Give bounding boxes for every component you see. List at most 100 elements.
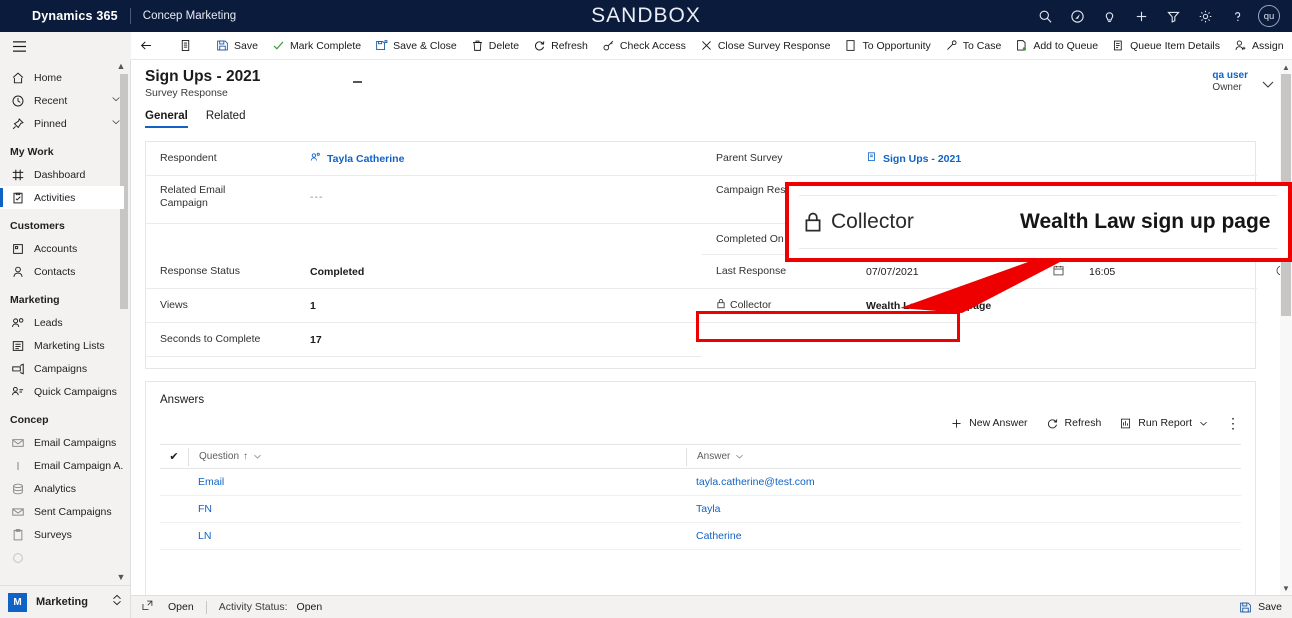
sidebar-item-analytics[interactable]: Analytics bbox=[0, 477, 124, 500]
check-access-button[interactable]: Check Access bbox=[595, 32, 693, 60]
column-header-question[interactable]: Question ↑ bbox=[188, 447, 686, 466]
analytics-icon bbox=[10, 481, 25, 496]
sidebar-item-label: Surveys bbox=[34, 528, 72, 541]
sidebar-item-quick-campaigns[interactable]: Quick Campaigns bbox=[0, 380, 124, 403]
gear-icon[interactable] bbox=[1190, 1, 1220, 31]
popout-icon[interactable] bbox=[141, 599, 154, 615]
answers-overflow-button[interactable]: ⋮ bbox=[1219, 410, 1247, 436]
scroll-down-button[interactable]: ▼ bbox=[1280, 582, 1292, 594]
sidebar-item-label: Sent Campaigns bbox=[34, 505, 112, 518]
top-nav-actions: qu bbox=[1030, 0, 1284, 32]
row-answer[interactable]: Catherine bbox=[686, 530, 1206, 542]
add-to-queue-button[interactable]: Add to Queue bbox=[1008, 32, 1105, 60]
sidebar-item-accounts[interactable]: Accounts bbox=[0, 237, 124, 260]
field-value[interactable]: Sign Ups - 2021 bbox=[866, 151, 961, 166]
last-response-time[interactable]: 16:05 bbox=[1089, 266, 1275, 278]
field-respondent[interactable]: Respondent Tayla Catherine bbox=[146, 142, 702, 176]
save-icon bbox=[1240, 602, 1251, 612]
lock-icon bbox=[716, 298, 726, 313]
owner-name[interactable]: qa user bbox=[1212, 70, 1248, 81]
sidebar-item-home[interactable]: Home bbox=[0, 66, 124, 89]
sidebar-item-recent[interactable]: Recent bbox=[0, 89, 124, 112]
field-value[interactable]: Tayla Catherine bbox=[310, 151, 404, 166]
clock-icon bbox=[10, 93, 25, 108]
save-button[interactable]: Save bbox=[209, 32, 265, 60]
help-icon[interactable] bbox=[1222, 1, 1252, 31]
calendar-icon[interactable] bbox=[1052, 264, 1065, 280]
search-icon[interactable] bbox=[1030, 1, 1060, 31]
filter-icon[interactable] bbox=[1158, 1, 1188, 31]
refresh-label: Refresh bbox=[551, 39, 588, 52]
row-answer[interactable]: tayla.catherine@test.com bbox=[686, 476, 1206, 488]
sidebar-item-email-campaign-a[interactable]: Email Campaign A... bbox=[0, 454, 124, 477]
sidebar-item-partial[interactable] bbox=[0, 546, 124, 569]
back-button[interactable] bbox=[131, 32, 162, 60]
delete-button[interactable]: Delete bbox=[464, 32, 526, 60]
field-label: Parent Survey bbox=[716, 152, 783, 164]
chevron-down-icon[interactable] bbox=[110, 93, 124, 108]
field-response-status[interactable]: Response Status Completed bbox=[146, 255, 702, 289]
page-title: Sign Ups - 2021 bbox=[145, 68, 261, 85]
sidebar-item-marketing-lists[interactable]: Marketing Lists bbox=[0, 334, 124, 357]
avatar[interactable]: qu bbox=[1258, 5, 1280, 27]
row-question[interactable]: FN bbox=[188, 503, 686, 515]
tab-related[interactable]: Related bbox=[206, 110, 246, 128]
sidebar-item-email-campaigns[interactable]: Email Campaigns bbox=[0, 431, 124, 454]
form-selector-button[interactable] bbox=[170, 32, 201, 60]
sidebar-item-sent-campaigns[interactable]: Sent Campaigns bbox=[0, 500, 124, 523]
sidebar-item-contacts[interactable]: Contacts bbox=[0, 260, 124, 283]
add-icon[interactable] bbox=[1126, 1, 1156, 31]
new-answer-button[interactable]: New Answer bbox=[942, 410, 1035, 436]
refresh-button[interactable]: Refresh bbox=[526, 32, 595, 60]
app-name-label[interactable]: Concep Marketing bbox=[143, 10, 236, 22]
row-question[interactable]: LN bbox=[188, 530, 686, 542]
sidebar-item-label: Contacts bbox=[34, 265, 76, 278]
field-collector[interactable]: Collector Wealth Law sign up page bbox=[702, 289, 1257, 323]
sidebar-item-surveys[interactable]: Surveys bbox=[0, 523, 124, 546]
sidebar-item-activities[interactable]: Activities bbox=[0, 186, 124, 209]
assistant-icon[interactable] bbox=[1062, 1, 1092, 31]
scroll-up-button[interactable]: ▲ bbox=[1280, 61, 1292, 73]
field-related-email-campaign[interactable]: Related Email Campaign --- bbox=[146, 176, 702, 224]
save-label: Save bbox=[234, 39, 258, 52]
area-switcher[interactable]: M Marketing bbox=[0, 585, 130, 618]
mark-complete-button[interactable]: Mark Complete bbox=[265, 32, 368, 60]
field-seconds-to-complete[interactable]: Seconds to Complete 17 bbox=[146, 323, 702, 357]
status-divider bbox=[205, 600, 207, 614]
tab-general[interactable]: General bbox=[145, 110, 188, 128]
brand-logo[interactable]: Dynamics 365 bbox=[32, 9, 118, 23]
table-row[interactable]: LN Catherine bbox=[160, 523, 1241, 550]
row-question[interactable]: Email bbox=[188, 476, 686, 488]
field-label: Collector bbox=[716, 298, 866, 313]
status-save-button[interactable]: Save bbox=[1239, 601, 1282, 614]
sidebar: ▲ ▼ Home Recent Pinned My Work Dashboard… bbox=[0, 60, 131, 618]
form-scrollbar[interactable]: ▲ ▼ bbox=[1280, 60, 1292, 595]
chevron-down-icon[interactable] bbox=[110, 116, 124, 131]
refresh-answers-button[interactable]: Refresh bbox=[1038, 410, 1110, 436]
lightbulb-icon[interactable] bbox=[1094, 1, 1124, 31]
save-and-close-button[interactable]: Save & Close bbox=[368, 32, 464, 60]
owner-chevron-down-icon[interactable] bbox=[1260, 76, 1276, 97]
to-case-button[interactable]: To Case bbox=[938, 32, 1009, 60]
field-parent-survey[interactable]: Parent Survey Sign Ups - 2021 bbox=[702, 142, 1257, 176]
last-response-date[interactable]: 07/07/2021 bbox=[866, 266, 1052, 278]
status-save-label: Save bbox=[1258, 601, 1282, 613]
queue-item-details-button[interactable]: Queue Item Details bbox=[1105, 32, 1227, 60]
field-views[interactable]: Views 1 bbox=[146, 289, 702, 323]
sidebar-item-leads[interactable]: Leads bbox=[0, 311, 124, 334]
run-report-button[interactable]: Run Report bbox=[1111, 410, 1217, 436]
sidebar-item-campaigns[interactable]: Campaigns bbox=[0, 357, 124, 380]
assign-button[interactable]: Assign bbox=[1227, 32, 1291, 60]
app-root: Dynamics 365 Concep Marketing SANDBOX qu… bbox=[0, 0, 1292, 618]
sidebar-item-pinned[interactable]: Pinned bbox=[0, 112, 124, 135]
select-all-checkbox[interactable]: ✔ bbox=[160, 450, 188, 463]
to-opportunity-button[interactable]: To Opportunity bbox=[837, 32, 937, 60]
row-answer[interactable]: Tayla bbox=[686, 503, 1206, 515]
close-survey-response-button[interactable]: Close Survey Response bbox=[693, 32, 838, 60]
column-header-answer[interactable]: Answer bbox=[686, 447, 1206, 466]
site-map-toggle-button[interactable] bbox=[0, 32, 131, 60]
sidebar-item-dashboard[interactable]: Dashboard bbox=[0, 163, 124, 186]
table-row[interactable]: FN Tayla bbox=[160, 496, 1241, 523]
table-row[interactable]: Email tayla.catherine@test.com bbox=[160, 469, 1241, 496]
area-switcher-chevron-icon[interactable] bbox=[111, 593, 123, 612]
